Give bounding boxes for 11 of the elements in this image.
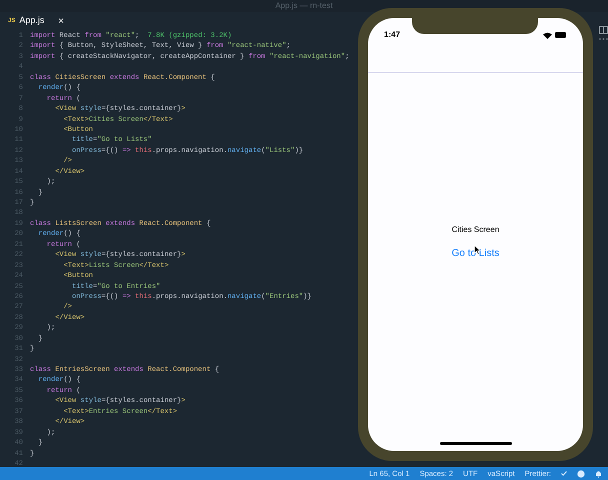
tab-label: App.js — [19, 14, 44, 28]
screen-title: Cities Screen — [452, 224, 500, 236]
bell-icon[interactable] — [595, 470, 602, 478]
check-icon — [561, 471, 567, 476]
wifi-icon — [543, 32, 552, 38]
clock-time: 1:47 — [384, 29, 400, 41]
split-editor-icon[interactable] — [599, 26, 608, 34]
close-icon[interactable]: × — [58, 14, 64, 28]
home-indicator — [440, 442, 512, 445]
battery-icon — [555, 32, 567, 38]
window-title: App.js — rn-test — [275, 0, 333, 12]
